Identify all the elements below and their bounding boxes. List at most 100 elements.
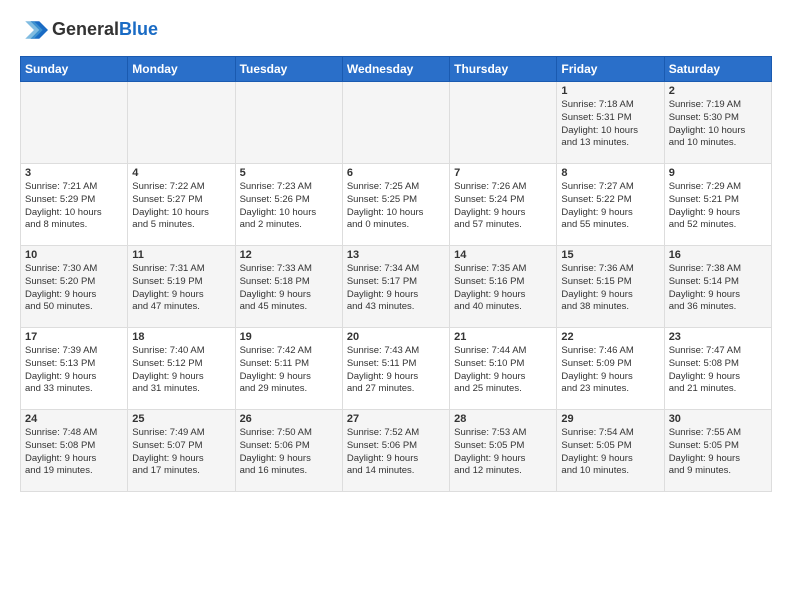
day-number: 18 (132, 331, 230, 343)
day-number: 7 (454, 167, 552, 179)
day-number: 30 (669, 413, 767, 425)
logo-icon (20, 16, 48, 44)
day-number: 21 (454, 331, 552, 343)
day-info: Sunrise: 7:35 AM Sunset: 5:16 PM Dayligh… (454, 263, 552, 314)
calendar-cell: 29 Sunrise: 7:54 AM Sunset: 5:05 PM Dayli… (557, 410, 664, 492)
day-info: Sunrise: 7:43 AM Sunset: 5:11 PM Dayligh… (347, 345, 445, 396)
calendar-cell: 9Sunrise: 7:29 AM Sunset: 5:21 PM Daylig… (664, 164, 771, 246)
calendar-cell: 21 Sunrise: 7:44 AM Sunset: 5:10 PM Dayli… (450, 328, 557, 410)
day-info: Sunrise: 7:38 AM Sunset: 5:14 PM Dayligh… (669, 263, 767, 314)
calendar-cell: 20 Sunrise: 7:43 AM Sunset: 5:11 PM Dayli… (342, 328, 449, 410)
day-info: Sunrise: 7:55 AM Sunset: 5:05 PM Dayligh… (669, 427, 767, 478)
page-container: GeneralBlue SundayMondayTuesdayWednesday… (0, 0, 792, 502)
day-number: 1 (561, 85, 659, 97)
calendar-cell (128, 82, 235, 164)
calendar-cell: 15 Sunrise: 7:36 AM Sunset: 5:15 PM Dayli… (557, 246, 664, 328)
calendar-cell: 28 Sunrise: 7:53 AM Sunset: 5:05 PM Dayli… (450, 410, 557, 492)
weekday-header-monday: Monday (128, 57, 235, 82)
day-number: 13 (347, 249, 445, 261)
calendar-cell (21, 82, 128, 164)
day-info: Sunrise: 7:36 AM Sunset: 5:15 PM Dayligh… (561, 263, 659, 314)
calendar-cell (235, 82, 342, 164)
day-number: 12 (240, 249, 338, 261)
day-info: Sunrise: 7:49 AM Sunset: 5:07 PM Dayligh… (132, 427, 230, 478)
weekday-header-saturday: Saturday (664, 57, 771, 82)
logo: GeneralBlue (20, 16, 158, 44)
day-info: Sunrise: 7:27 AM Sunset: 5:22 PM Dayligh… (561, 181, 659, 232)
day-info: Sunrise: 7:33 AM Sunset: 5:18 PM Dayligh… (240, 263, 338, 314)
week-row-2: 3 Sunrise: 7:21 AM Sunset: 5:29 PM Daylig… (21, 164, 772, 246)
day-number: 15 (561, 249, 659, 261)
weekday-header-friday: Friday (557, 57, 664, 82)
calendar-cell: 24Sunrise: 7:48 AM Sunset: 5:08 PM Dayli… (21, 410, 128, 492)
weekday-header-wednesday: Wednesday (342, 57, 449, 82)
day-info: Sunrise: 7:54 AM Sunset: 5:05 PM Dayligh… (561, 427, 659, 478)
calendar-cell: 13 Sunrise: 7:34 AM Sunset: 5:17 PM Dayli… (342, 246, 449, 328)
calendar-cell: 19 Sunrise: 7:42 AM Sunset: 5:11 PM Dayli… (235, 328, 342, 410)
day-info: Sunrise: 7:34 AM Sunset: 5:17 PM Dayligh… (347, 263, 445, 314)
week-row-4: 17Sunrise: 7:39 AM Sunset: 5:13 PM Dayli… (21, 328, 772, 410)
day-info: Sunrise: 7:29 AM Sunset: 5:21 PM Dayligh… (669, 181, 767, 232)
calendar-header: SundayMondayTuesdayWednesdayThursdayFrid… (21, 57, 772, 82)
calendar-cell: 25 Sunrise: 7:49 AM Sunset: 5:07 PM Dayli… (128, 410, 235, 492)
calendar-cell: 8Sunrise: 7:27 AM Sunset: 5:22 PM Daylig… (557, 164, 664, 246)
calendar-cell: 5 Sunrise: 7:23 AM Sunset: 5:26 PM Daylig… (235, 164, 342, 246)
day-info: Sunrise: 7:21 AM Sunset: 5:29 PM Dayligh… (25, 181, 123, 232)
calendar-cell: 30 Sunrise: 7:55 AM Sunset: 5:05 PM Dayli… (664, 410, 771, 492)
week-row-3: 10 Sunrise: 7:30 AM Sunset: 5:20 PM Dayli… (21, 246, 772, 328)
week-row-1: 1Sunrise: 7:18 AM Sunset: 5:31 PM Daylig… (21, 82, 772, 164)
day-number: 5 (240, 167, 338, 179)
day-number: 27 (347, 413, 445, 425)
calendar-cell: 11Sunrise: 7:31 AM Sunset: 5:19 PM Dayli… (128, 246, 235, 328)
day-info: Sunrise: 7:30 AM Sunset: 5:20 PM Dayligh… (25, 263, 123, 314)
day-number: 25 (132, 413, 230, 425)
day-number: 3 (25, 167, 123, 179)
day-number: 6 (347, 167, 445, 179)
day-number: 24 (25, 413, 123, 425)
day-info: Sunrise: 7:46 AM Sunset: 5:09 PM Dayligh… (561, 345, 659, 396)
weekday-header-thursday: Thursday (450, 57, 557, 82)
day-info: Sunrise: 7:23 AM Sunset: 5:26 PM Dayligh… (240, 181, 338, 232)
week-row-5: 24Sunrise: 7:48 AM Sunset: 5:08 PM Dayli… (21, 410, 772, 492)
day-info: Sunrise: 7:19 AM Sunset: 5:30 PM Dayligh… (669, 99, 767, 150)
day-number: 28 (454, 413, 552, 425)
calendar-cell: 4Sunrise: 7:22 AM Sunset: 5:27 PM Daylig… (128, 164, 235, 246)
day-number: 23 (669, 331, 767, 343)
day-number: 14 (454, 249, 552, 261)
day-info: Sunrise: 7:40 AM Sunset: 5:12 PM Dayligh… (132, 345, 230, 396)
day-number: 10 (25, 249, 123, 261)
weekday-header-sunday: Sunday (21, 57, 128, 82)
calendar-cell: 14 Sunrise: 7:35 AM Sunset: 5:16 PM Dayli… (450, 246, 557, 328)
day-info: Sunrise: 7:42 AM Sunset: 5:11 PM Dayligh… (240, 345, 338, 396)
weekday-header-tuesday: Tuesday (235, 57, 342, 82)
day-info: Sunrise: 7:44 AM Sunset: 5:10 PM Dayligh… (454, 345, 552, 396)
calendar-cell: 7 Sunrise: 7:26 AM Sunset: 5:24 PM Daylig… (450, 164, 557, 246)
calendar-cell: 16 Sunrise: 7:38 AM Sunset: 5:14 PM Dayli… (664, 246, 771, 328)
calendar-cell: 3 Sunrise: 7:21 AM Sunset: 5:29 PM Daylig… (21, 164, 128, 246)
calendar-cell: 23 Sunrise: 7:47 AM Sunset: 5:08 PM Dayli… (664, 328, 771, 410)
day-number: 4 (132, 167, 230, 179)
calendar-cell: 10 Sunrise: 7:30 AM Sunset: 5:20 PM Dayli… (21, 246, 128, 328)
day-number: 16 (669, 249, 767, 261)
day-info: Sunrise: 7:53 AM Sunset: 5:05 PM Dayligh… (454, 427, 552, 478)
day-number: 17 (25, 331, 123, 343)
calendar-cell (342, 82, 449, 164)
day-info: Sunrise: 7:47 AM Sunset: 5:08 PM Dayligh… (669, 345, 767, 396)
day-info: Sunrise: 7:26 AM Sunset: 5:24 PM Dayligh… (454, 181, 552, 232)
day-info: Sunrise: 7:50 AM Sunset: 5:06 PM Dayligh… (240, 427, 338, 478)
calendar-body: 1Sunrise: 7:18 AM Sunset: 5:31 PM Daylig… (21, 82, 772, 492)
calendar-cell: 12 Sunrise: 7:33 AM Sunset: 5:18 PM Dayli… (235, 246, 342, 328)
day-number: 19 (240, 331, 338, 343)
day-number: 2 (669, 85, 767, 97)
calendar-cell: 2 Sunrise: 7:19 AM Sunset: 5:30 PM Daylig… (664, 82, 771, 164)
calendar-cell: 6Sunrise: 7:25 AM Sunset: 5:25 PM Daylig… (342, 164, 449, 246)
day-number: 26 (240, 413, 338, 425)
day-number: 29 (561, 413, 659, 425)
day-number: 20 (347, 331, 445, 343)
header-row: SundayMondayTuesdayWednesdayThursdayFrid… (21, 57, 772, 82)
calendar-cell: 17Sunrise: 7:39 AM Sunset: 5:13 PM Dayli… (21, 328, 128, 410)
calendar-cell (450, 82, 557, 164)
logo-text: GeneralBlue (52, 20, 158, 40)
calendar-table: SundayMondayTuesdayWednesdayThursdayFrid… (20, 56, 772, 492)
calendar-cell: 27Sunrise: 7:52 AM Sunset: 5:06 PM Dayli… (342, 410, 449, 492)
